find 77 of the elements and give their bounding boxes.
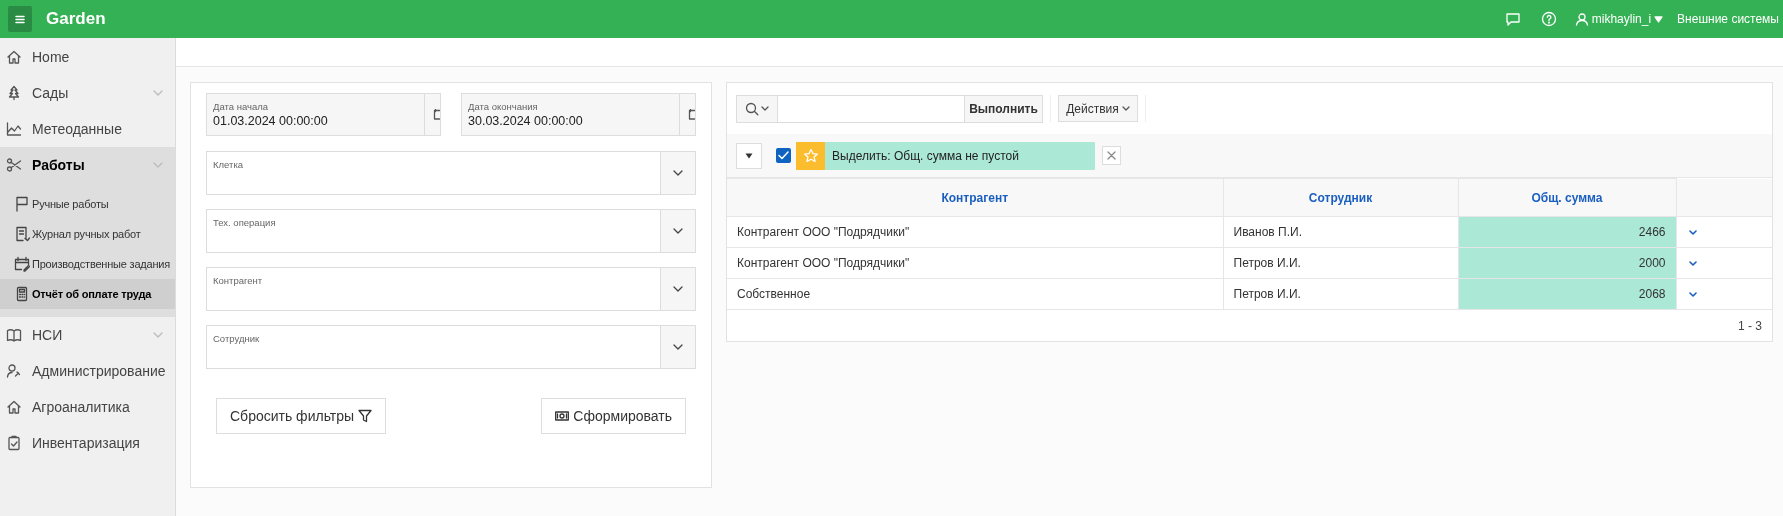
table-cell: Контрагент ООО "Подрядчики" bbox=[727, 247, 1223, 279]
money-icon bbox=[555, 411, 570, 421]
select-field[interactable]: Контрагент bbox=[206, 267, 696, 311]
submenu-item[interactable]: Отчёт об оплате труда bbox=[0, 279, 175, 309]
chevron-icon bbox=[761, 106, 769, 111]
sidebar-item[interactable]: Метеоданные bbox=[0, 111, 175, 147]
select-field[interactable]: Сотрудник bbox=[206, 325, 696, 369]
sidebar-item[interactable]: Администрирование bbox=[0, 353, 175, 389]
nav-icon bbox=[14, 226, 30, 242]
calendar-icon[interactable] bbox=[688, 109, 695, 120]
reset-filters-button[interactable]: Сбросить фильтры bbox=[216, 398, 387, 434]
chevron-icon[interactable] bbox=[673, 344, 683, 350]
chevron-icon[interactable] bbox=[673, 170, 683, 176]
nav-icon bbox=[6, 399, 22, 415]
table-cell: Петров И.И. bbox=[1223, 278, 1458, 310]
search-field[interactable] bbox=[778, 94, 964, 123]
table-cell: 2000 bbox=[1458, 247, 1676, 279]
table-cell: Собственное bbox=[727, 278, 1223, 310]
menu-icon bbox=[15, 14, 25, 24]
date-field[interactable]: Дата начала 01.03.2024 00:00:00 bbox=[206, 93, 441, 136]
submenu-item[interactable]: Журнал ручных работ bbox=[0, 219, 175, 249]
star-icon bbox=[802, 147, 819, 164]
chevron-icon[interactable] bbox=[673, 228, 683, 234]
expand-row-icon[interactable] bbox=[1688, 260, 1697, 266]
nav-icon bbox=[6, 327, 22, 343]
nav-icon bbox=[6, 121, 22, 137]
sidebar-item[interactable]: Сады bbox=[0, 75, 175, 111]
nav-icon bbox=[6, 49, 22, 65]
remove-filter-button[interactable] bbox=[1102, 146, 1121, 165]
sidebar-item[interactable]: Инвентаризация bbox=[0, 425, 175, 461]
highlight-filter-chip[interactable]: Выделить: Общ. сумма не пустой bbox=[796, 141, 1095, 170]
expand-row-icon[interactable] bbox=[1688, 229, 1697, 235]
sidebar-item[interactable]: НСИ bbox=[0, 317, 175, 353]
table-cell: Иванов П.И. bbox=[1223, 216, 1458, 248]
nav-icon bbox=[14, 286, 30, 302]
chat-icon[interactable] bbox=[1504, 12, 1521, 26]
column-header[interactable]: Контрагент bbox=[727, 178, 1223, 217]
menu-button[interactable] bbox=[8, 6, 32, 32]
nav-icon bbox=[6, 157, 22, 173]
caret-icon bbox=[1654, 15, 1664, 23]
chevron-icon[interactable] bbox=[673, 286, 683, 292]
sidebar-item[interactable]: Home bbox=[0, 39, 175, 75]
table-cell: 2466 bbox=[1458, 216, 1676, 248]
submenu-item[interactable]: Производственные задания bbox=[0, 249, 175, 279]
column-header[interactable]: Сотрудник bbox=[1223, 178, 1458, 217]
submenu-item[interactable]: Ручные работы bbox=[0, 189, 175, 219]
nav-icon bbox=[14, 196, 30, 212]
filter-icon bbox=[358, 409, 373, 423]
select-field[interactable]: Тех. операция bbox=[206, 209, 696, 253]
table-cell: 2068 bbox=[1458, 278, 1676, 310]
column-header[interactable]: Общ. сумма bbox=[1458, 178, 1676, 217]
search-column-button[interactable] bbox=[736, 94, 778, 123]
collapse-toggle[interactable] bbox=[736, 142, 762, 169]
sidebar-item[interactable]: Работы bbox=[0, 147, 175, 183]
table-cell: Контрагент ООО "Подрядчики" bbox=[727, 216, 1223, 248]
pagination-text: 1 - 3 bbox=[1738, 317, 1762, 335]
nav-icon bbox=[6, 363, 22, 379]
help-icon[interactable] bbox=[1540, 11, 1557, 27]
chevron-icon bbox=[1121, 106, 1130, 111]
nav-icon bbox=[6, 85, 22, 101]
calendar-icon[interactable] bbox=[433, 109, 440, 120]
user-icon bbox=[1574, 12, 1589, 26]
generate-button[interactable]: Сформировать bbox=[541, 398, 686, 434]
table-cell: Петров И.И. bbox=[1223, 247, 1458, 279]
expand-row-icon[interactable] bbox=[1688, 291, 1697, 297]
caret-icon bbox=[745, 152, 753, 159]
actions-button[interactable]: Действия bbox=[1058, 95, 1138, 122]
nav-icon bbox=[6, 435, 22, 451]
close-icon bbox=[1107, 151, 1116, 160]
go-button[interactable]: Выполнить bbox=[964, 94, 1043, 123]
sidebar-item[interactable]: Агроаналитика bbox=[0, 389, 175, 425]
filter-checkbox[interactable] bbox=[776, 148, 791, 163]
date-field[interactable]: Дата окончания 30.03.2024 00:00:00 bbox=[461, 93, 696, 136]
nav-icon bbox=[14, 256, 30, 272]
checkmark-icon bbox=[778, 151, 789, 160]
search-icon bbox=[745, 101, 759, 116]
select-field[interactable]: Клетка bbox=[206, 151, 696, 195]
